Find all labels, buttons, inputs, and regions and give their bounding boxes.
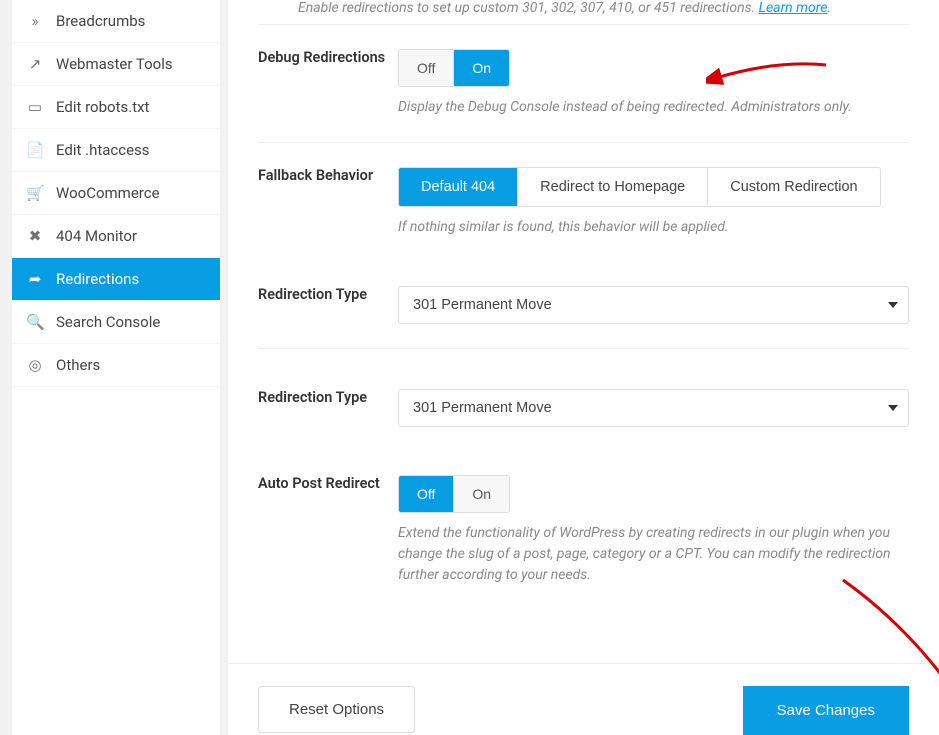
sidebar-item-label: Search Console: [56, 313, 160, 331]
sidebar-icon: ↗: [26, 55, 44, 73]
sidebar-item-label: Redirections: [56, 270, 139, 288]
fallback-homepage-button[interactable]: Redirect to Homepage: [517, 168, 707, 206]
sidebar-icon: »: [26, 12, 44, 30]
sidebar-item-breadcrumbs[interactable]: » Breadcrumbs: [12, 0, 220, 43]
debug-redirections-label: Debug Redirections: [258, 49, 398, 118]
fallback-behavior-label: Fallback Behavior: [258, 167, 398, 238]
save-changes-button[interactable]: Save Changes: [743, 686, 909, 735]
fallback-custom-button[interactable]: Custom Redirection: [707, 168, 879, 206]
debug-off-button[interactable]: Off: [399, 50, 453, 86]
sidebar-icon: ◎: [26, 356, 44, 374]
fallback-behavior-tabs: Default 404 Redirect to Homepage Custom …: [398, 167, 881, 207]
redirection-type-select[interactable]: 301 Permanent Move: [398, 286, 909, 324]
intro-text: Enable redirections to set up custom 301…: [258, 0, 909, 24]
debug-help-text: Display the Debug Console instead of bei…: [398, 97, 909, 118]
fallback-help-text: If nothing similar is found, this behavi…: [398, 217, 909, 238]
sidebar-icon: 📄: [26, 141, 44, 159]
sidebar-item-webmaster-tools[interactable]: ↗ Webmaster Tools: [12, 43, 220, 86]
sidebar-item-woocommerce[interactable]: 🛒 WooCommerce: [12, 172, 220, 215]
autopost-off-button[interactable]: Off: [399, 476, 453, 512]
auto-post-redirect-toggle: Off On: [398, 475, 510, 513]
sidebar-item-label: WooCommerce: [56, 184, 160, 202]
main-panel: Enable redirections to set up custom 301…: [228, 0, 939, 735]
sidebar-item-search-console[interactable]: 🔍 Search Console: [12, 301, 220, 344]
sidebar-item-label: Webmaster Tools: [56, 55, 173, 73]
sidebar-icon: ➦: [26, 270, 44, 288]
debug-redirections-toggle: Off On: [398, 49, 510, 87]
sidebar-icon: 🛒: [26, 184, 44, 202]
sidebar-item-404-monitor[interactable]: ✖ 404 Monitor: [12, 215, 220, 258]
autopost-help-text: Extend the functionality of WordPress by…: [398, 523, 909, 586]
sidebar-item-label: Edit .htaccess: [56, 141, 150, 159]
learn-more-link[interactable]: Learn more: [759, 0, 828, 16]
sidebar-item-edit-robots-txt[interactable]: ▭ Edit robots.txt: [12, 86, 220, 129]
sidebar: » Breadcrumbs ↗ Webmaster Tools ▭ Edit robots…: [12, 0, 220, 735]
sidebar-item-edit-htaccess[interactable]: 📄 Edit .htaccess: [12, 129, 220, 172]
sidebar-item-others[interactable]: ◎ Others: [12, 344, 220, 387]
fallback-default404-button[interactable]: Default 404: [399, 168, 517, 206]
sidebar-item-label: Breadcrumbs: [56, 12, 145, 30]
redirection-type-label-2: Redirection Type: [258, 389, 398, 427]
sidebar-item-label: Edit robots.txt: [56, 98, 149, 116]
redirection-type-select-2[interactable]: 301 Permanent Move: [398, 389, 909, 427]
sidebar-icon: ✖: [26, 227, 44, 245]
footer-bar: Reset Options Save Changes: [228, 663, 939, 735]
reset-options-button[interactable]: Reset Options: [258, 686, 415, 733]
autopost-on-button[interactable]: On: [453, 476, 509, 512]
sidebar-icon: ▭: [26, 98, 44, 116]
sidebar-item-redirections[interactable]: ➦ Redirections: [12, 258, 220, 301]
sidebar-item-label: 404 Monitor: [56, 227, 137, 245]
redirection-type-label: Redirection Type: [258, 286, 398, 324]
sidebar-item-label: Others: [56, 356, 100, 374]
debug-on-button[interactable]: On: [453, 50, 509, 86]
auto-post-redirect-label: Auto Post Redirect: [258, 475, 398, 586]
sidebar-icon: 🔍: [26, 313, 44, 331]
